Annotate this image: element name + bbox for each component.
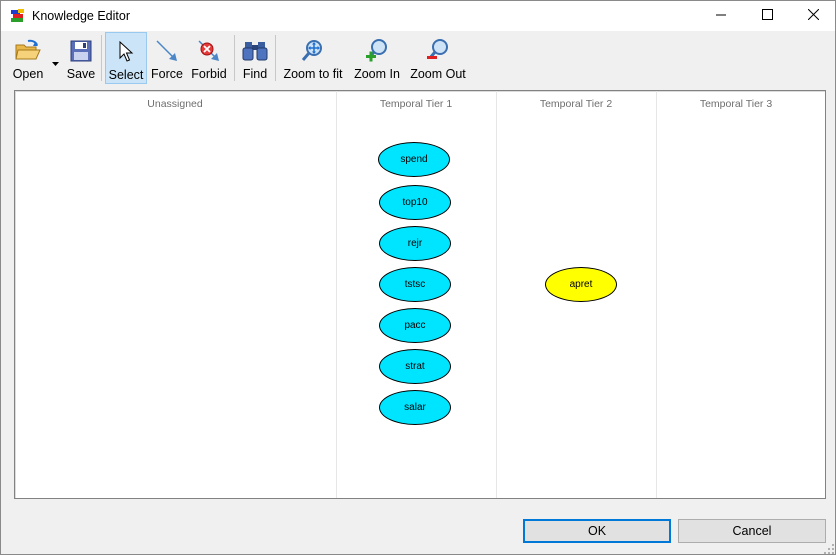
binoculars-icon — [240, 36, 270, 66]
node-apret[interactable]: apret — [545, 267, 617, 302]
open-label: Open — [12, 67, 44, 81]
save-label: Save — [66, 67, 96, 81]
close-icon — [807, 7, 819, 25]
tier-label-unassigned: Unassigned — [147, 98, 203, 110]
force-arrow-icon — [152, 36, 182, 66]
tier-label-temporal-tier-1: Temporal Tier 1 — [379, 98, 453, 110]
tier-divider — [336, 91, 337, 498]
zoom-in-icon — [362, 36, 392, 66]
node-salar[interactable]: salar — [379, 390, 451, 425]
node-top10[interactable]: top10 — [379, 185, 451, 220]
zoom-out-label: Zoom Out — [410, 67, 466, 81]
resize-grip-icon[interactable] — [823, 542, 835, 554]
node-rejr[interactable]: rejr — [379, 226, 451, 261]
forbid-arrow-icon — [194, 36, 224, 66]
open-button[interactable]: Open — [9, 32, 47, 84]
floppy-disk-icon — [66, 36, 96, 66]
zoom-fit-icon — [298, 36, 328, 66]
force-label: Force — [151, 67, 183, 81]
cursor-arrow-icon — [111, 37, 141, 67]
knowledge-editor-window: Knowledge Editor Open Save Select Force … — [0, 0, 836, 555]
node-spend[interactable]: spend — [378, 142, 450, 177]
maximize-icon — [761, 7, 773, 25]
find-label: Find — [242, 67, 268, 81]
tier-label-temporal-tier-3: Temporal Tier 3 — [699, 98, 773, 110]
toolbar-separator — [101, 35, 102, 81]
minimize-button[interactable] — [698, 1, 744, 31]
toolbar-separator — [234, 35, 235, 81]
window-title: Knowledge Editor — [32, 9, 130, 23]
select-button[interactable]: Select — [105, 32, 147, 84]
forbid-button[interactable]: Forbid — [190, 32, 228, 84]
zoom-to-fit-button[interactable]: Zoom to fit — [282, 32, 344, 84]
close-button[interactable] — [790, 1, 836, 31]
tier-divider — [656, 91, 657, 498]
chevron-down-icon[interactable] — [51, 55, 60, 66]
save-button[interactable]: Save — [65, 32, 97, 84]
forbid-label: Forbid — [191, 67, 227, 81]
toolbar-separator — [275, 35, 276, 81]
zoom-in-label: Zoom In — [354, 67, 400, 81]
cancel-button[interactable]: Cancel — [678, 519, 826, 543]
node-strat[interactable]: strat — [379, 349, 451, 384]
app-icon — [10, 8, 26, 24]
toolbar: Open Save Select Force Forbid Find Zoom … — [1, 31, 835, 86]
force-button[interactable]: Force — [150, 32, 184, 84]
node-tstsc[interactable]: tstsc — [379, 267, 451, 302]
select-label: Select — [108, 68, 144, 82]
title-bar: Knowledge Editor — [1, 1, 835, 31]
zoom-out-icon — [423, 36, 453, 66]
knowledge-graph-canvas[interactable]: Unassigned Temporal Tier 1 Temporal Tier… — [14, 90, 826, 499]
maximize-button[interactable] — [744, 1, 790, 31]
zoom-to-fit-label: Zoom to fit — [283, 67, 343, 81]
tier-label-temporal-tier-2: Temporal Tier 2 — [539, 98, 613, 110]
find-button[interactable]: Find — [240, 32, 270, 84]
ok-button[interactable]: OK — [523, 519, 671, 543]
node-pacc[interactable]: pacc — [379, 308, 451, 343]
zoom-out-button[interactable]: Zoom Out — [408, 32, 468, 84]
folder-open-icon — [13, 36, 43, 66]
minimize-icon — [716, 7, 726, 25]
tier-divider — [496, 91, 497, 498]
zoom-in-button[interactable]: Zoom In — [352, 32, 402, 84]
